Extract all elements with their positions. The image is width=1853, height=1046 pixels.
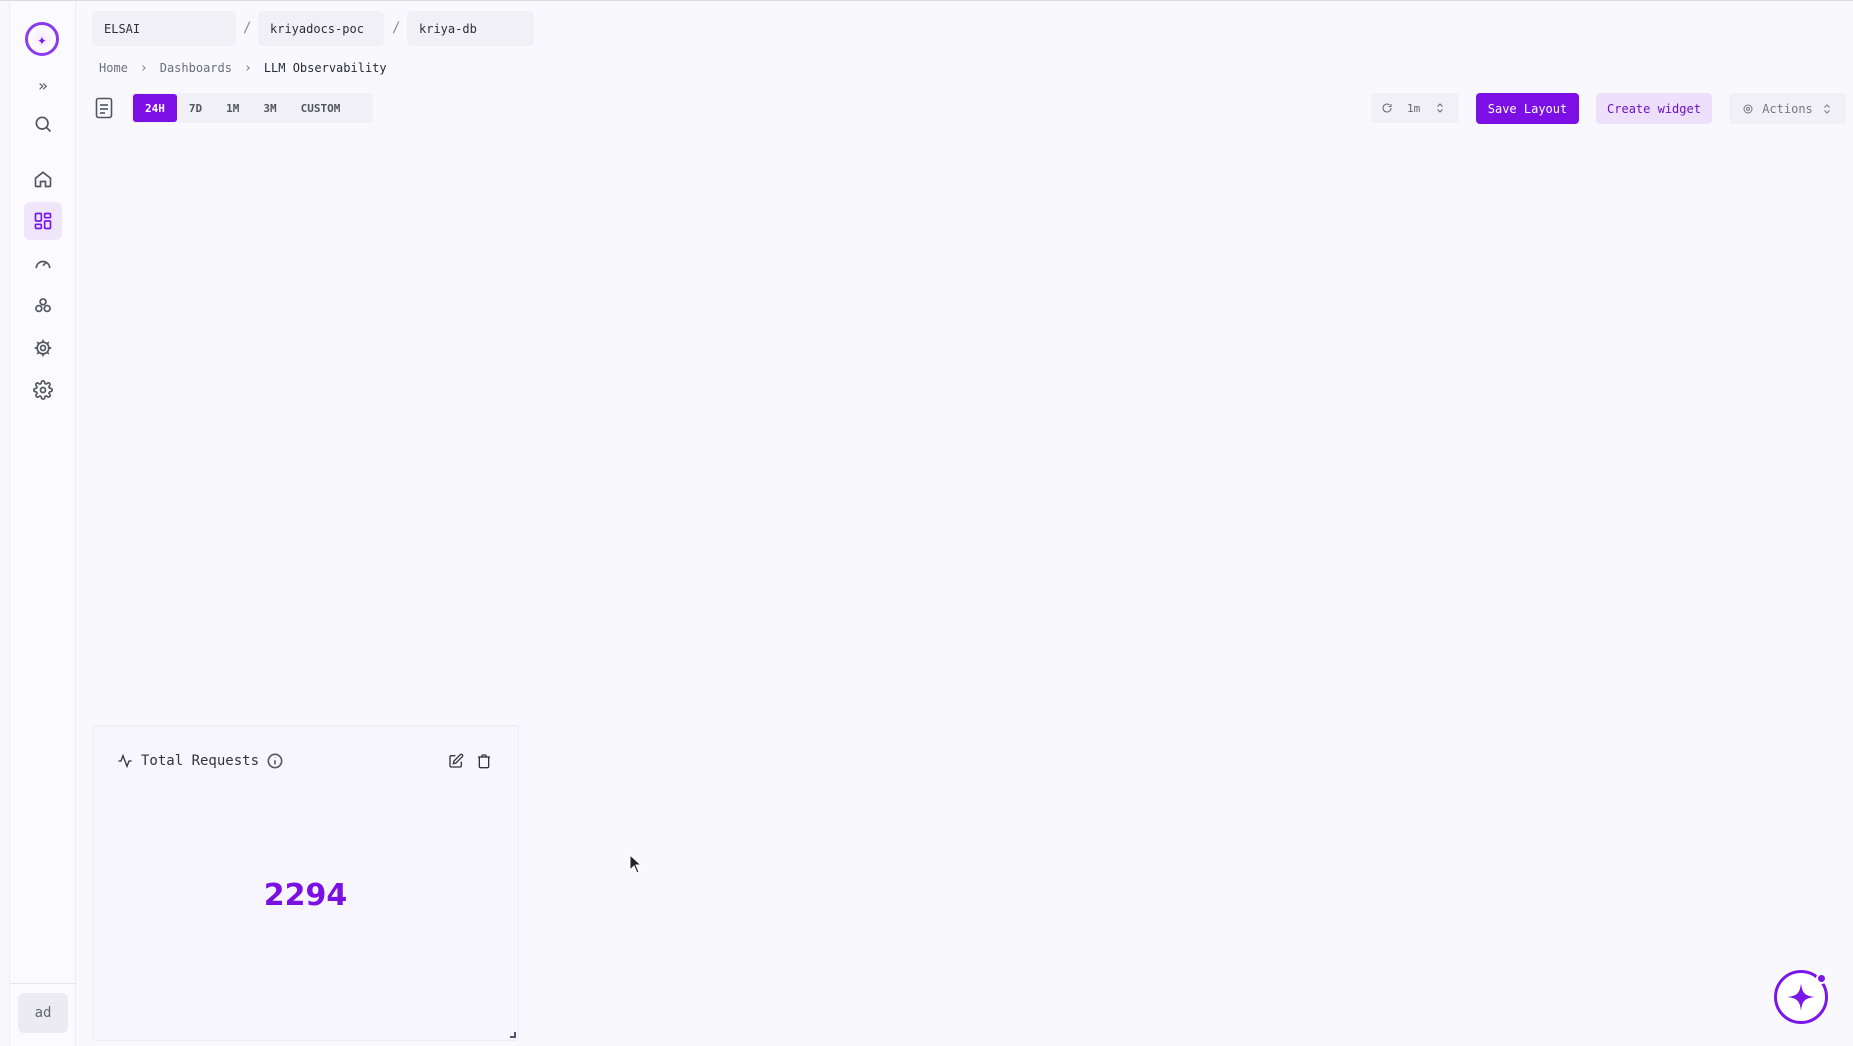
widget-header: Total Requests (117, 753, 283, 769)
range-7d[interactable]: 7D (177, 94, 214, 122)
context-separator: / (392, 20, 401, 36)
sidebar-divider (10, 983, 75, 984)
actions-label: Actions (1762, 101, 1813, 116)
widget-tools (448, 753, 492, 769)
resize-handle[interactable] (510, 1032, 516, 1038)
chevron-right-icon: › (139, 60, 148, 76)
activity-icon (118, 753, 132, 769)
database-selector[interactable]: kriya-db (407, 11, 534, 46)
expand-sidebar-icon[interactable]: » (24, 66, 62, 104)
notification-dot (1816, 973, 1827, 984)
avatar[interactable]: ad (18, 993, 68, 1033)
report-icon[interactable] (95, 97, 113, 119)
gear-icon (1743, 104, 1753, 113)
context-separator: / (243, 20, 252, 36)
settings-icon[interactable] (24, 371, 62, 409)
gauge-icon[interactable] (24, 245, 62, 283)
cog-icon[interactable] (24, 329, 62, 367)
refresh-interval-value: 1m (1407, 101, 1421, 115)
project-label: kriyadocs-poc (270, 21, 364, 36)
cluster-icon[interactable] (24, 287, 62, 325)
total-requests-widget[interactable]: Total Requests 2294 (92, 725, 519, 1041)
refresh-interval-select[interactable]: 1m (1371, 93, 1459, 123)
save-layout-button[interactable]: Save Layout (1476, 93, 1579, 124)
dashboard-grid-icon[interactable] (24, 202, 62, 240)
range-1m[interactable]: 1M (214, 94, 251, 122)
brand-logo-icon[interactable]: ✦ (25, 22, 59, 56)
range-custom[interactable]: CUSTOM (289, 94, 353, 122)
create-widget-button[interactable]: Create widget (1596, 93, 1712, 124)
range-3m[interactable]: 3M (251, 94, 288, 122)
widget-value: 2294 (263, 878, 348, 913)
chevron-right-icon: › (243, 60, 252, 76)
edit-icon[interactable] (448, 753, 464, 769)
breadcrumb-dashboards[interactable]: Dashboards (160, 61, 232, 75)
sparkle-icon (1787, 983, 1815, 1011)
org-label: ELSAI (104, 21, 141, 36)
widget-title: Total Requests (141, 753, 260, 769)
breadcrumb-current: LLM Observability (263, 61, 387, 75)
org-selector[interactable]: ELSAI (92, 11, 236, 46)
chevron-updown-icon (1437, 103, 1444, 113)
refresh-icon (1382, 103, 1392, 113)
time-range-selector: 24H 7D 1M 3M CUSTOM (131, 93, 373, 123)
breadcrumb-home[interactable]: Home (99, 61, 128, 75)
search-icon[interactable] (24, 105, 62, 143)
mouse-cursor-icon (629, 854, 643, 874)
home-icon[interactable] (24, 160, 62, 198)
database-label: kriya-db (419, 21, 477, 36)
actions-dropdown[interactable]: Actions (1729, 93, 1846, 124)
ai-assistant-button[interactable] (1774, 970, 1828, 1024)
project-selector[interactable]: kriyadocs-poc (258, 11, 384, 46)
range-24h[interactable]: 24H (133, 94, 177, 122)
chevron-updown-icon (1823, 103, 1830, 114)
sidebar: ✦ » ad (9, 2, 76, 1046)
trash-icon[interactable] (476, 753, 492, 769)
info-icon[interactable] (267, 753, 283, 769)
breadcrumb: Home › Dashboards › LLM Observability (99, 59, 387, 77)
